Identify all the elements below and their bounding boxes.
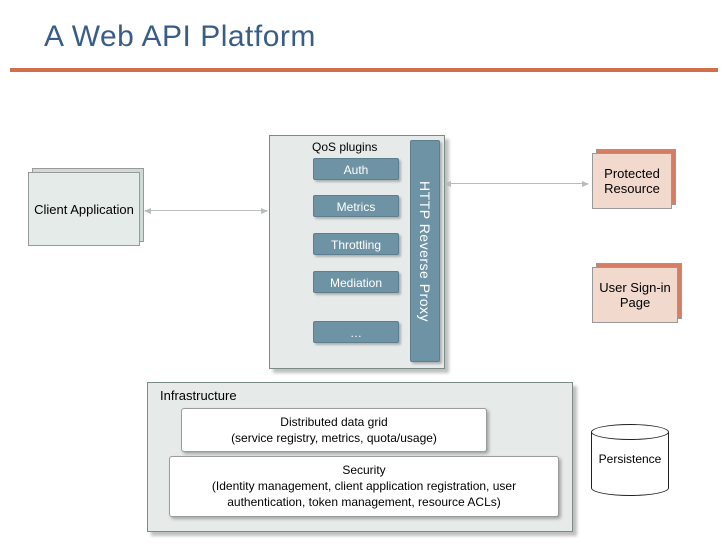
http-reverse-proxy-label: HTTP Reverse Proxy (417, 181, 433, 322)
plugin-more: … (313, 321, 399, 343)
qos-plugins-label: QoS plugins (312, 140, 377, 154)
datagrid-box: Distributed data grid (service registry,… (181, 408, 487, 452)
plugin-metrics: Metrics (313, 195, 399, 217)
http-reverse-proxy-box: HTTP Reverse Proxy (410, 140, 440, 362)
connector-client-qos (145, 210, 267, 211)
datagrid-subtitle: (service registry, metrics, quota/usage) (188, 430, 480, 446)
infrastructure-label: Infrastructure (160, 388, 237, 403)
diagram-canvas: Client Application QoS plugins Auth Metr… (0, 0, 728, 546)
client-application-box: Client Application (28, 172, 140, 246)
persistence-label: Persistence (591, 424, 669, 496)
security-title: Security (176, 462, 552, 478)
protected-resource-box: Protected Resource (592, 153, 672, 209)
connector-proxy-protected (445, 183, 588, 184)
security-subtitle: (Identity management, client application… (176, 478, 552, 510)
plugin-auth: Auth (313, 158, 399, 180)
user-signin-label: User Sign-in Page (592, 267, 678, 323)
security-box: Security (Identity management, client ap… (169, 456, 559, 517)
plugin-throttling: Throttling (313, 233, 399, 255)
persistence-cylinder: Persistence (591, 424, 669, 496)
datagrid-title: Distributed data grid (188, 414, 480, 430)
plugin-mediation: Mediation (313, 271, 399, 293)
client-application-label: Client Application (28, 172, 140, 246)
protected-resource-label: Protected Resource (592, 153, 672, 209)
user-signin-box: User Sign-in Page (592, 267, 678, 323)
